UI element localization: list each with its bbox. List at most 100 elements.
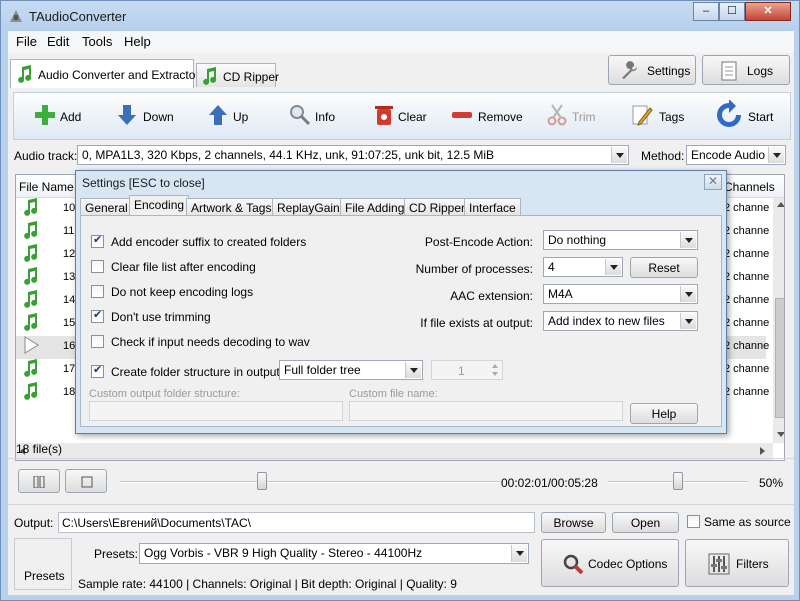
- pause-icon: [33, 476, 45, 488]
- time-display: 00:02:01/00:05:28: [501, 476, 598, 490]
- minimize-button[interactable]: –: [693, 2, 719, 21]
- menu-help[interactable]: Help: [124, 34, 151, 49]
- dialog-tab-encoding[interactable]: Encoding: [129, 195, 190, 216]
- same-as-source-checkbox[interactable]: [687, 515, 700, 528]
- music-note-icon: [24, 313, 38, 331]
- seek-slider[interactable]: [120, 472, 500, 492]
- menu-edit[interactable]: Edit: [47, 34, 69, 49]
- music-note-icon: [24, 290, 38, 308]
- audio-track-select[interactable]: 0, MPA1L3, 320 Kbps, 2 channels, 44.1 KH…: [77, 145, 629, 165]
- info-button[interactable]: Info: [289, 102, 349, 132]
- document-icon: [721, 61, 737, 81]
- add-suffix-checkbox[interactable]: [91, 233, 104, 248]
- codec-options-button[interactable]: Codec Options: [541, 539, 679, 587]
- music-note-icon: [24, 267, 38, 285]
- open-button[interactable]: Open: [612, 512, 679, 533]
- no-logs-checkbox[interactable]: [91, 285, 104, 298]
- folder-tree-select[interactable]: Full folder tree: [279, 360, 423, 380]
- music-note-icon: [24, 198, 38, 216]
- browse-button[interactable]: Browse: [541, 512, 606, 533]
- check-input-label: Check if input needs decoding to wav: [111, 335, 310, 349]
- dialog-tab-cd-ripper[interactable]: CD Ripper: [404, 198, 471, 216]
- title-bar[interactable]: TAudioConverter – ☐ ✕: [1, 1, 799, 31]
- presets-button[interactable]: Presets: [14, 538, 72, 590]
- check-input-checkbox[interactable]: [91, 335, 104, 348]
- chevron-down-icon: [680, 286, 696, 302]
- clear-list-checkbox[interactable]: [91, 260, 104, 273]
- dialog-tab-file-adding[interactable]: File Adding: [340, 198, 410, 216]
- refresh-icon: [717, 100, 741, 127]
- logs-label: Logs: [747, 64, 774, 78]
- settings-label: Settings: [647, 64, 691, 78]
- tab-audio-converter[interactable]: Audio Converter and Extractor: [10, 59, 199, 88]
- vertical-scrollbar[interactable]: [773, 198, 784, 443]
- move-down-button[interactable]: Down: [117, 102, 187, 132]
- trim-button[interactable]: Trim: [547, 102, 597, 132]
- app-window: TAudioConverter – ☐ ✕ File Edit Tools He…: [0, 0, 800, 601]
- row-number: 17: [63, 363, 76, 375]
- scroll-right-icon[interactable]: [760, 447, 765, 455]
- custom-folder-input[interactable]: [89, 401, 343, 421]
- divider: [8, 458, 794, 459]
- help-button[interactable]: Help: [630, 403, 698, 424]
- column-file-name[interactable]: File Name: [19, 180, 74, 194]
- start-button[interactable]: Start: [714, 100, 779, 132]
- dialog-tab-interface[interactable]: Interface: [464, 198, 521, 216]
- chevron-down-icon: [611, 147, 627, 163]
- folder-depth-spinner[interactable]: 1: [431, 360, 503, 380]
- pencil-icon: [632, 105, 653, 126]
- stop-button[interactable]: [65, 469, 107, 493]
- same-as-source-label: Same as source: [704, 515, 791, 529]
- menu-file[interactable]: File: [16, 34, 37, 49]
- menu-tools[interactable]: Tools: [82, 34, 112, 49]
- spin-down-icon[interactable]: [492, 372, 498, 376]
- processes-label: Number of processes:: [415, 262, 533, 276]
- seek-thumb[interactable]: [257, 472, 267, 490]
- custom-file-label: Custom file name:: [349, 388, 438, 400]
- output-path-input[interactable]: C:\Users\Евгений\Documents\TAC\: [58, 512, 535, 533]
- add-button[interactable]: Add: [34, 102, 94, 132]
- settings-button[interactable]: Settings: [608, 55, 696, 85]
- post-encode-select[interactable]: Do nothing: [543, 230, 698, 250]
- file-exists-label: If file exists at output:: [420, 316, 533, 330]
- arrow-down-icon: [118, 105, 136, 125]
- dialog-tab-artwork[interactable]: Artwork & Tags: [186, 198, 277, 216]
- pause-button[interactable]: [18, 469, 60, 493]
- aac-extension-select[interactable]: M4A: [543, 284, 698, 304]
- folder-structure-checkbox[interactable]: [91, 363, 104, 378]
- maximize-button[interactable]: ☐: [719, 2, 745, 21]
- reset-button[interactable]: Reset: [630, 257, 698, 278]
- spin-up-icon[interactable]: [492, 364, 498, 368]
- logs-button[interactable]: Logs: [702, 55, 790, 85]
- tags-button[interactable]: Tags: [631, 102, 686, 132]
- filters-button[interactable]: Filters: [685, 539, 789, 587]
- dialog-close-button[interactable]: ✕: [704, 174, 722, 190]
- dialog-tab-general[interactable]: General: [80, 198, 133, 216]
- volume-slider[interactable]: [608, 472, 748, 492]
- play-icon: [24, 336, 39, 354]
- close-button[interactable]: ✕: [745, 2, 791, 21]
- minus-icon: [452, 112, 472, 118]
- scroll-thumb[interactable]: [775, 298, 784, 418]
- move-up-button[interactable]: Up: [208, 102, 258, 132]
- music-note-icon: [24, 382, 38, 400]
- dialog-tab-replaygain[interactable]: ReplayGain: [272, 198, 345, 216]
- clear-button[interactable]: Clear: [374, 102, 434, 132]
- custom-file-input[interactable]: [349, 401, 623, 421]
- row-number: 13: [63, 271, 76, 283]
- volume-thumb[interactable]: [673, 472, 683, 490]
- presets-select[interactable]: Ogg Vorbis - VBR 9 High Quality - Stereo…: [139, 543, 529, 564]
- column-channels[interactable]: Channels: [724, 180, 775, 194]
- file-exists-select[interactable]: Add index to new files: [543, 311, 698, 331]
- method-select[interactable]: Encode Audio: [686, 145, 786, 165]
- no-trim-checkbox[interactable]: [91, 308, 104, 323]
- tab-label: Audio Converter and Extractor: [38, 68, 200, 82]
- remove-button[interactable]: Remove: [451, 102, 526, 132]
- row-channels: 2 channe: [724, 386, 770, 398]
- tab-cd-ripper[interactable]: CD Ripper: [196, 63, 279, 87]
- trash-icon: [375, 106, 393, 125]
- processes-select[interactable]: 4: [543, 257, 623, 277]
- scroll-down-icon[interactable]: [777, 432, 784, 437]
- scroll-up-icon[interactable]: [777, 202, 784, 207]
- custom-folder-label: Custom output folder structure:: [89, 388, 241, 400]
